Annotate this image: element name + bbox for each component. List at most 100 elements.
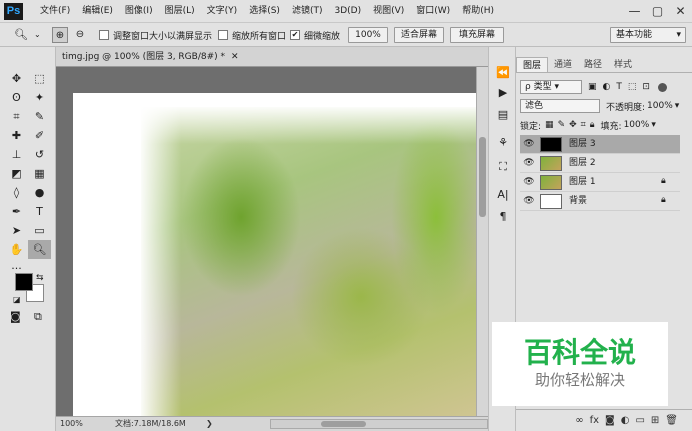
menu-edit[interactable]: 编辑(E) <box>76 0 119 23</box>
visibility-eye-icon[interactable]: 👁︎ <box>523 158 535 169</box>
screen-mode-icon[interactable]: ⧉ <box>34 310 42 324</box>
mask-icon[interactable]: ◙ <box>605 415 615 426</box>
tab-paths[interactable]: 路径 <box>578 57 608 72</box>
zoom-all-windows-checkbox[interactable]: 缩放所有窗口 <box>218 28 286 42</box>
blend-mode-dropdown[interactable]: 滤色 <box>520 99 600 113</box>
lock-artboard-icon[interactable]: ⌗ <box>581 120 586 130</box>
lock-image-icon[interactable]: ✎ <box>558 120 566 130</box>
visibility-eye-icon[interactable]: 👁︎ <box>523 177 535 188</box>
history-brush-tool-icon[interactable]: ↺ <box>28 145 51 164</box>
canvas-area[interactable] <box>56 67 476 416</box>
zoom-out-icon[interactable]: ⊖ <box>72 27 88 43</box>
visibility-eye-icon[interactable]: 👁︎ <box>523 196 535 207</box>
swap-colors-icon[interactable]: ⇆ <box>36 273 44 283</box>
visibility-eye-icon[interactable]: 👁︎ <box>523 139 535 150</box>
gradient-tool-icon[interactable]: ▦ <box>28 164 51 183</box>
path-selection-tool-icon[interactable]: ➤ <box>5 221 28 240</box>
dodge-tool-icon[interactable]: ● <box>28 183 51 202</box>
scrubby-zoom-checkbox[interactable]: ✔ 细微缩放 <box>290 28 340 42</box>
link-icon[interactable]: ∞ <box>575 415 583 426</box>
move-tool-icon[interactable]: ✥ <box>5 69 28 88</box>
maximize-button[interactable]: ▢ <box>646 0 669 22</box>
marquee-tool-icon[interactable]: ⬚ <box>28 69 51 88</box>
tab-styles[interactable]: 样式 <box>608 57 638 72</box>
new-layer-icon[interactable]: ⊞ <box>651 415 659 426</box>
menu-window[interactable]: 窗口(W) <box>410 0 456 23</box>
tab-layers[interactable]: 图层 <box>516 57 549 72</box>
layer-row[interactable]: 👁︎ 图层 2 <box>520 154 680 173</box>
eraser-tool-icon[interactable]: ◩ <box>5 164 28 183</box>
lock-position-icon[interactable]: ✥ <box>569 120 577 130</box>
zoom-tool-icon[interactable]: 🔍︎ <box>14 27 28 43</box>
minimize-button[interactable]: — <box>623 0 646 22</box>
document-canvas[interactable] <box>73 93 476 416</box>
hand-tool-icon[interactable]: ✋ <box>5 240 28 259</box>
crop-tool-icon[interactable]: ⌗ <box>5 107 28 126</box>
fit-screen-button[interactable]: 适合屏幕 <box>394 27 444 43</box>
history-panel-icon[interactable]: ⏪ <box>493 63 513 83</box>
brush-panel-icon[interactable]: ⚘ <box>493 133 513 153</box>
filter-toggle-icon[interactable] <box>657 82 667 92</box>
menu-image[interactable]: 图像(I) <box>119 0 159 23</box>
close-button[interactable]: ✕ <box>669 0 692 22</box>
document-tab[interactable]: timg.jpg @ 100% (图层 3, RGB/8#) * ✕ <box>56 47 488 67</box>
layer-row[interactable]: 👁︎ 图层 1 🔒︎ <box>520 173 680 192</box>
type-filter-icon[interactable]: T <box>616 82 622 92</box>
clone-source-panel-icon[interactable]: ⛶ <box>493 157 513 177</box>
shape-tool-icon[interactable]: ▭ <box>28 221 51 240</box>
layer-row[interactable]: 👁︎ 图层 3 <box>520 135 680 154</box>
brush-tool-icon[interactable]: ✐ <box>28 126 51 145</box>
foreground-color-swatch[interactable] <box>15 273 33 291</box>
chevron-down-icon[interactable]: ▾ <box>651 120 656 130</box>
adjustment-icon[interactable]: ◐ <box>621 415 630 426</box>
zoom-level[interactable]: 100% <box>60 417 83 431</box>
close-tab-icon[interactable]: ✕ <box>231 52 239 62</box>
pen-tool-icon[interactable]: ✒ <box>5 202 28 221</box>
group-icon[interactable]: ▭ <box>635 415 644 426</box>
menu-help[interactable]: 帮助(H) <box>456 0 500 23</box>
properties-panel-icon[interactable]: ▤ <box>493 105 513 125</box>
zoom-in-icon[interactable]: ⊕ <box>52 27 68 43</box>
default-colors-icon[interactable]: ◪ <box>13 295 21 304</box>
quick-mask-icon[interactable]: ◙ <box>10 310 21 323</box>
lock-transparent-icon[interactable]: ▦ <box>545 120 554 130</box>
type-tool-icon[interactable]: T <box>28 202 51 221</box>
horizontal-scrollbar[interactable] <box>270 419 488 429</box>
eyedropper-tool-icon[interactable]: ✎ <box>28 107 51 126</box>
clone-stamp-tool-icon[interactable]: ⊥ <box>5 145 28 164</box>
fx-icon[interactable]: fx <box>590 415 599 426</box>
fill-value[interactable]: 100% <box>624 120 650 130</box>
tool-preset-chevron-icon[interactable]: ⌄ <box>34 27 41 43</box>
layer-kind-filter[interactable]: ρ 类型 ▾ <box>520 80 582 94</box>
zoom-tool-icon[interactable]: 🔍︎ <box>28 240 51 259</box>
vertical-scrollbar[interactable] <box>476 67 488 416</box>
opacity-value[interactable]: 100% <box>647 101 673 111</box>
pixel-filter-icon[interactable]: ▣ <box>588 82 597 92</box>
menu-view[interactable]: 视图(V) <box>367 0 410 23</box>
fill-screen-button[interactable]: 填充屏幕 <box>450 27 504 43</box>
paragraph-panel-icon[interactable]: ¶ <box>493 207 513 227</box>
resize-windows-checkbox[interactable]: 调整窗口大小以满屏显示 <box>99 28 212 42</box>
scroll-thumb[interactable] <box>321 421 366 427</box>
blur-tool-icon[interactable]: ◊ <box>5 183 28 202</box>
menu-3d[interactable]: 3D(D) <box>328 0 367 23</box>
chevron-down-icon[interactable]: ▾ <box>675 101 680 111</box>
actions-panel-icon[interactable]: ▶ <box>493 83 513 103</box>
healing-brush-tool-icon[interactable]: ✚ <box>5 126 28 145</box>
menu-file[interactable]: 文件(F) <box>34 0 76 23</box>
trash-icon[interactable]: 🗑︎ <box>665 415 678 426</box>
workspace-dropdown[interactable]: 基本功能 ▾ <box>610 27 686 43</box>
menu-select[interactable]: 选择(S) <box>243 0 286 23</box>
layer-row[interactable]: 👁︎ 背景 🔒︎ <box>520 192 680 211</box>
status-menu-arrow-icon[interactable]: ❯ <box>206 417 213 431</box>
zoom-100-button[interactable]: 100% <box>348 27 388 43</box>
lock-all-icon[interactable]: 🔒︎ <box>590 120 595 130</box>
shape-filter-icon[interactable]: ⬚ <box>628 82 637 92</box>
scroll-thumb[interactable] <box>479 137 486 217</box>
character-panel-icon[interactable]: A| <box>493 185 513 205</box>
tab-channels[interactable]: 通道 <box>548 57 578 72</box>
lasso-tool-icon[interactable]: ʘ <box>5 88 28 107</box>
smart-object-filter-icon[interactable]: ⊡ <box>642 82 650 92</box>
adjustment-filter-icon[interactable]: ◐ <box>603 82 611 92</box>
menu-layer[interactable]: 图层(L) <box>159 0 201 23</box>
